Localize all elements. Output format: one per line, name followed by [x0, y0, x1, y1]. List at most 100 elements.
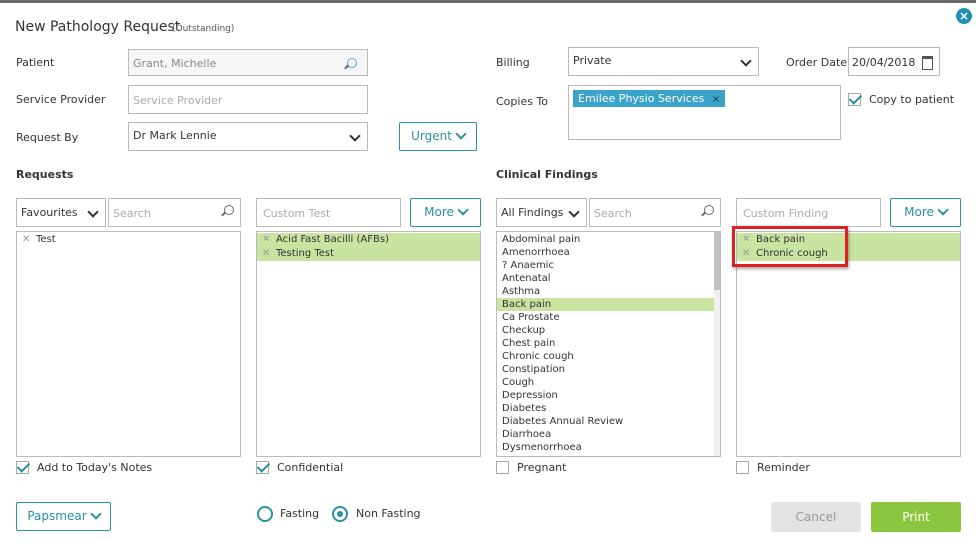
- requests-search-placeholder: Search: [113, 207, 151, 220]
- service-provider-label: Service Provider: [16, 93, 106, 106]
- print-button[interactable]: Print: [871, 502, 961, 532]
- add-to-notes-label: Add to Today's Notes: [37, 461, 153, 474]
- custom-finding-input[interactable]: Custom Finding: [736, 198, 881, 227]
- finding-item[interactable]: Antenatal: [497, 272, 714, 285]
- finding-item[interactable]: Chest pain: [497, 337, 714, 350]
- finding-item[interactable]: Dysmenorrhoea: [497, 441, 714, 454]
- list-item-label: Acid Fast Bacilli (AFBs): [276, 234, 389, 245]
- copy-to-patient-label: Copy to patient: [869, 93, 955, 106]
- all-findings-value: All Findings: [501, 206, 564, 219]
- findings-search-input[interactable]: Search: [589, 198, 721, 227]
- copy-to-patient-checkbox[interactable]: [848, 93, 861, 106]
- list-item[interactable]: ✕ Testing Test: [257, 247, 480, 261]
- favourites-list: ✕ Test: [16, 231, 241, 457]
- finding-item[interactable]: Ca Prostate: [497, 311, 714, 324]
- non-fasting-radio[interactable]: [332, 506, 348, 522]
- requests-more-button[interactable]: More: [410, 198, 481, 227]
- service-provider-placeholder: Service Provider: [133, 94, 223, 107]
- reminder-label: Reminder: [757, 461, 810, 474]
- non-fasting-label: Non Fasting: [356, 507, 421, 520]
- finding-item[interactable]: Diarrhoea: [497, 428, 714, 441]
- cancel-button[interactable]: Cancel: [771, 502, 861, 532]
- chevron-down-icon: [87, 206, 99, 218]
- confidential-checkbox[interactable]: [256, 461, 269, 474]
- search-icon[interactable]: [704, 205, 714, 215]
- custom-test-input[interactable]: Custom Test: [256, 198, 401, 227]
- remove-icon[interactable]: ✕: [262, 233, 276, 247]
- scrollbar-thumb[interactable]: [714, 232, 720, 290]
- request-by-value: Dr Mark Lennie: [133, 129, 217, 142]
- chevron-down-icon: [568, 206, 580, 218]
- fasting-radio[interactable]: [257, 506, 273, 522]
- findings-rows: Abdominal pain Amenorrhoea? Anaemic Antena…: [497, 233, 720, 454]
- all-findings-select[interactable]: All Findings: [496, 198, 587, 227]
- list-item-label: Test: [36, 234, 56, 245]
- pregnant-checkbox[interactable]: [496, 461, 509, 474]
- request-by-select[interactable]: Dr Mark Lennie: [128, 122, 368, 151]
- order-date-value: 20/04/2018: [852, 56, 916, 69]
- favourites-select[interactable]: Favourites: [16, 198, 106, 227]
- copies-to-label: Copies To: [496, 95, 549, 108]
- more-label: More: [424, 205, 454, 219]
- finding-item[interactable]: Chronic cough: [497, 350, 714, 363]
- billing-select[interactable]: Private: [568, 47, 759, 76]
- finding-item[interactable]: Diabetes Annual Review: [497, 415, 714, 428]
- chevron-down-icon: [457, 204, 469, 216]
- finding-item[interactable]: Constipation: [497, 363, 714, 376]
- finding-item[interactable]: Checkup: [497, 324, 714, 337]
- requests-search-input[interactable]: Search: [108, 198, 241, 227]
- confidential-label: Confidential: [277, 461, 344, 474]
- clinical-findings-heading: Clinical Findings: [496, 168, 598, 181]
- finding-item[interactable]: Cough: [497, 376, 714, 389]
- search-icon[interactable]: [224, 205, 234, 215]
- close-icon[interactable]: ×: [712, 94, 720, 105]
- request-by-label: Request By: [16, 131, 79, 144]
- findings-more-button[interactable]: More: [890, 198, 961, 227]
- chip-label: Emilee Physio Services: [578, 92, 705, 105]
- chevron-down-icon: [740, 55, 752, 67]
- patient-field[interactable]: Grant, Michelle: [128, 49, 368, 76]
- findings-search-placeholder: Search: [594, 207, 632, 220]
- papsmear-label: Papsmear: [27, 509, 87, 523]
- remove-icon[interactable]: ✕: [22, 233, 36, 246]
- custom-finding-placeholder: Custom Finding: [743, 207, 829, 220]
- dialog-title: New Pathology Request: [15, 19, 181, 35]
- finding-item[interactable]: Back pain: [497, 298, 714, 311]
- finding-item[interactable]: Amenorrhoea: [497, 246, 714, 259]
- finding-item[interactable]: Abdominal pain: [497, 233, 714, 246]
- findings-scrollbar[interactable]: [714, 232, 720, 456]
- patient-label: Patient: [16, 56, 55, 69]
- favourites-value: Favourites: [21, 206, 78, 219]
- list-item[interactable]: ✕ Acid Fast Bacilli (AFBs): [257, 233, 480, 247]
- finding-item[interactable]: Diabetes: [497, 402, 714, 415]
- dialog-status: (Outstanding): [172, 24, 235, 34]
- fasting-label: Fasting: [280, 507, 320, 520]
- patient-value: Grant, Michelle: [133, 57, 217, 70]
- remove-icon[interactable]: ✕: [262, 247, 276, 261]
- add-to-notes-checkbox[interactable]: [16, 461, 29, 474]
- service-provider-input[interactable]: Service Provider: [128, 85, 368, 114]
- urgent-label: Urgent: [411, 129, 452, 143]
- close-icon[interactable]: ×: [956, 8, 972, 24]
- papsmear-button[interactable]: Papsmear: [16, 502, 111, 531]
- reminder-checkbox[interactable]: [736, 461, 749, 474]
- finding-item[interactable]: Depression: [497, 389, 714, 402]
- finding-item[interactable]: ? Anaemic: [497, 259, 714, 272]
- list-item-label: Testing Test: [276, 248, 335, 259]
- calendar-icon[interactable]: [922, 56, 933, 70]
- search-icon[interactable]: [347, 58, 357, 68]
- custom-test-placeholder: Custom Test: [263, 207, 331, 220]
- chevron-down-icon: [455, 128, 467, 140]
- order-date-label: Order Date: [786, 56, 848, 69]
- copies-to-input[interactable]: Emilee Physio Services ×: [568, 85, 841, 140]
- order-date-input[interactable]: 20/04/2018: [848, 47, 940, 76]
- urgent-button[interactable]: Urgent: [399, 122, 477, 151]
- copies-to-chip: Emilee Physio Services ×: [573, 90, 726, 107]
- chevron-down-icon: [937, 204, 949, 216]
- window-top-band: [0, 0, 976, 3]
- more-label: More: [904, 205, 934, 219]
- highlight-box: [732, 226, 848, 267]
- list-item[interactable]: ✕ Test: [17, 233, 240, 246]
- finding-item[interactable]: Asthma: [497, 285, 714, 298]
- requests-heading: Requests: [16, 168, 74, 181]
